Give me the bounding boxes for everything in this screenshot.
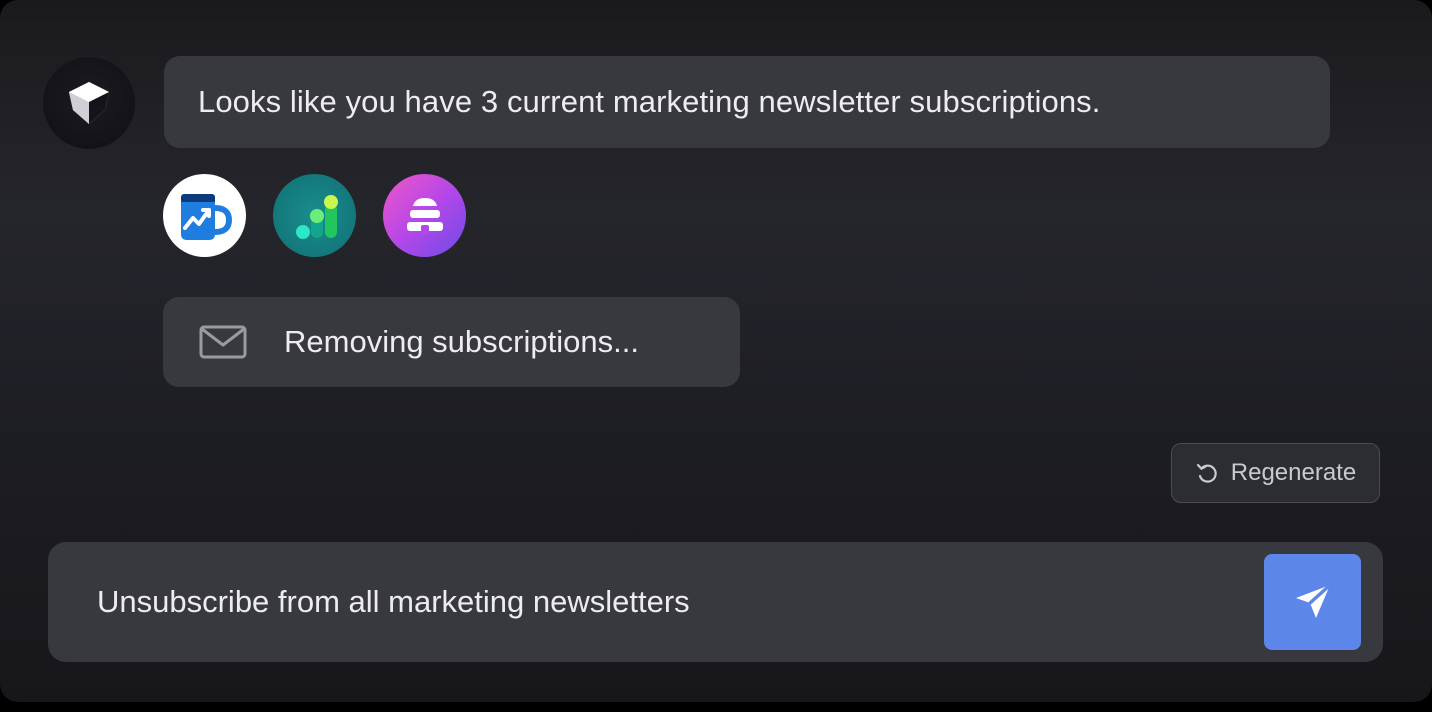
- subscription-list: [163, 174, 466, 258]
- send-button[interactable]: [1264, 554, 1361, 650]
- coffee-mug-chart-icon: [180, 193, 232, 240]
- assistant-message: Looks like you have 3 current marketing …: [164, 56, 1330, 148]
- mail-icon: [199, 325, 247, 359]
- subscription-item[interactable]: [163, 174, 246, 257]
- cube-logo-icon: [69, 82, 109, 124]
- message-composer: Unsubscribe from all marketing newslette…: [48, 542, 1383, 662]
- beehive-icon: [406, 197, 443, 234]
- status-text: Removing subscriptions...: [284, 324, 639, 359]
- chat-window: Looks like you have 3 current marketing …: [0, 0, 1432, 702]
- regenerate-label: Regenerate: [1230, 459, 1357, 486]
- refresh-icon: [1196, 463, 1217, 483]
- assistant-message-text: Looks like you have 3 current marketing …: [198, 84, 1101, 119]
- status-bubble: Removing subscriptions...: [163, 297, 740, 387]
- subscription-item[interactable]: [273, 174, 356, 257]
- message-input[interactable]: Unsubscribe from all marketing newslette…: [97, 542, 1237, 662]
- send-icon: [1295, 583, 1332, 618]
- assistant-avatar: [43, 57, 135, 149]
- bar-chart-dots-icon: [295, 194, 338, 239]
- regenerate-button[interactable]: Regenerate: [1171, 443, 1380, 503]
- subscription-item[interactable]: [383, 174, 466, 257]
